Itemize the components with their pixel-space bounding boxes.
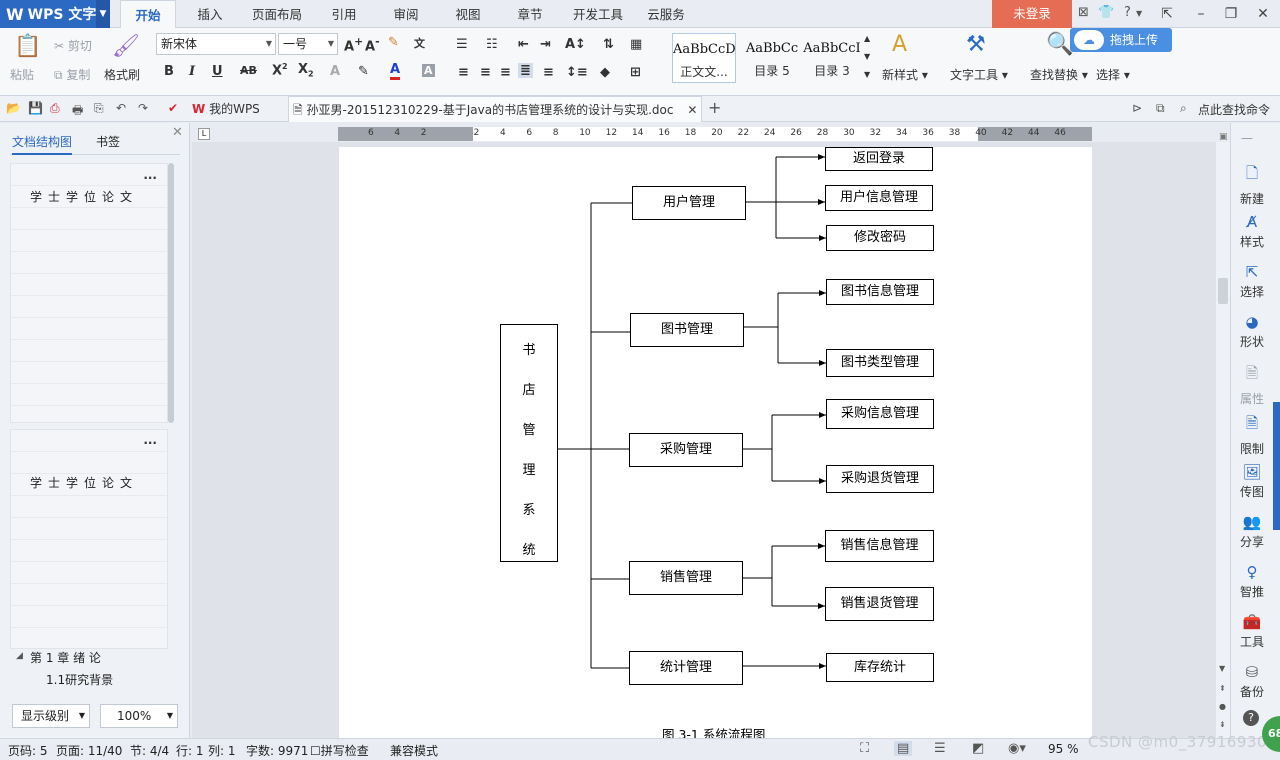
flowchart-module-box: 采购管理 (629, 433, 743, 467)
eye-protect-icon[interactable]: ◉▾ (1008, 741, 1026, 756)
compat-mode: 兼容模式 (390, 744, 439, 758)
tool-label: 样式 (1239, 235, 1264, 249)
help-icon[interactable]: ? (1243, 710, 1259, 726)
flowchart-connectors (557, 154, 826, 669)
previous-page-icon[interactable]: ⇞ (1219, 684, 1226, 693)
shape-icon: ◕ (1245, 313, 1259, 331)
properties-icon: 🗎 (1245, 364, 1259, 382)
outline-view-icon[interactable]: ☰ (934, 741, 946, 756)
side-expand-tab[interactable] (1273, 402, 1280, 530)
select-browse-icon[interactable]: ● (1219, 702, 1226, 711)
scrollbar-thumb[interactable] (1218, 278, 1228, 304)
recommend-tool[interactable]: ♀ 智推 (1233, 563, 1271, 600)
root-label-char: 理 (522, 463, 536, 478)
flowchart-leaf-box: 用户信息管理 (825, 185, 933, 211)
tool-label: 属性 (1239, 392, 1264, 406)
new-tool[interactable]: 🗋 新建 (1233, 163, 1271, 207)
flowchart-leaf-box: 库存统计 (826, 653, 934, 682)
backup-icon: ⛁ (1245, 663, 1259, 681)
vertical-scrollbar[interactable]: ▣ ▼ ⇞ ● ⇟ (1216, 132, 1230, 738)
root-label-char: 系 (522, 503, 536, 518)
lock-doc-icon: 🗎 (1245, 414, 1259, 432)
web-view-icon[interactable]: ◩ (972, 741, 984, 756)
next-page-icon[interactable]: ⇟ (1219, 720, 1226, 729)
flowchart-leaf-box: 销售信息管理 (825, 530, 934, 562)
collapse-pane-icon[interactable]: — (1241, 131, 1253, 145)
root-label-char: 店 (522, 383, 536, 398)
backup-tool[interactable]: ⛁ 备份 (1233, 663, 1271, 700)
page-view-icon[interactable]: ▤ (894, 741, 913, 756)
tool-label: 新建 (1239, 192, 1264, 206)
split-view-icon[interactable]: ▣ (1219, 132, 1228, 142)
row-indicator: 行: 1 (176, 744, 204, 758)
flowchart-root-box: 书店管理系统 (500, 324, 558, 562)
flowchart-module-box: 销售管理 (629, 561, 743, 595)
flowchart-leaf-box: 采购退货管理 (826, 465, 934, 493)
tool-label: 分享 (1239, 535, 1264, 549)
flowchart-leaf-box: 修改密码 (826, 225, 934, 251)
upload-image-tool[interactable]: 🖼 传图 (1233, 463, 1271, 500)
tool-label: 限制 (1239, 442, 1264, 456)
tool-label: 形状 (1239, 335, 1264, 349)
page-count[interactable]: 页面: 11/40 (56, 742, 122, 759)
root-label: 书店管理系统 (501, 331, 557, 571)
bulb-icon: ♀ (1246, 563, 1258, 581)
scroll-down-icon[interactable]: ▼ (1219, 664, 1225, 673)
column-indicator: 列: 1 (208, 744, 236, 758)
zoom-level[interactable]: 95 % (1048, 742, 1079, 756)
flowchart-module-box: 图书管理 (630, 313, 744, 347)
fullscreen-icon[interactable]: ⛶ (860, 741, 869, 756)
flowchart-leaf-box: 采购信息管理 (826, 399, 934, 429)
tool-label: 工具 (1239, 635, 1264, 649)
share-icon: 👥 (1242, 513, 1262, 531)
select-tool[interactable]: ⇱ 选择 (1233, 263, 1271, 300)
style-icon: A̸ (1246, 213, 1258, 231)
new-doc-icon: 🗋 (1245, 164, 1259, 182)
cursor-icon: ⇱ (1245, 263, 1259, 281)
shape-tool[interactable]: ◕ 形状 (1233, 313, 1271, 350)
tool-label: 智推 (1239, 585, 1264, 599)
spellcheck-toggle[interactable]: ☐拼写检查 (310, 742, 369, 759)
flowchart-leaf-box: 图书类型管理 (826, 349, 934, 377)
tool-label: 传图 (1239, 485, 1264, 499)
share-tool[interactable]: 👥 分享 (1233, 513, 1271, 550)
restrict-tool[interactable]: 🗎 限制 (1233, 413, 1271, 457)
word-count[interactable]: 字数: 9971 (246, 742, 308, 759)
tools-tool[interactable]: 🧰 工具 (1233, 613, 1271, 650)
root-label-char: 统 (522, 543, 536, 558)
flowchart-leaf-box: 销售退货管理 (825, 587, 934, 621)
style-tool[interactable]: A̸ 样式 (1233, 213, 1271, 250)
flowchart-module-box: 用户管理 (632, 186, 746, 220)
image-icon: 🖼 (1242, 463, 1262, 481)
tool-label: 备份 (1239, 685, 1264, 699)
flowchart-leaf-box: 返回登录 (825, 147, 933, 171)
spellcheck-label: 拼写检查 (320, 744, 369, 758)
toolbox-icon: 🧰 (1242, 613, 1262, 631)
section-indicator[interactable]: 节: 4/4 (130, 742, 169, 759)
flowchart-module-box: 统计管理 (629, 651, 743, 685)
properties-tool[interactable]: 🗎 属性 (1233, 363, 1271, 407)
checkbox-icon: ☐ (310, 744, 321, 758)
flowchart-leaf-box: 图书信息管理 (826, 279, 934, 305)
watermark: CSDN @m0_37916930 (1088, 733, 1268, 751)
tool-label: 选择 (1239, 285, 1264, 299)
root-label-char: 书 (522, 343, 536, 358)
root-label-char: 管 (522, 423, 536, 438)
page-number[interactable]: 页码: 5 (8, 742, 48, 759)
